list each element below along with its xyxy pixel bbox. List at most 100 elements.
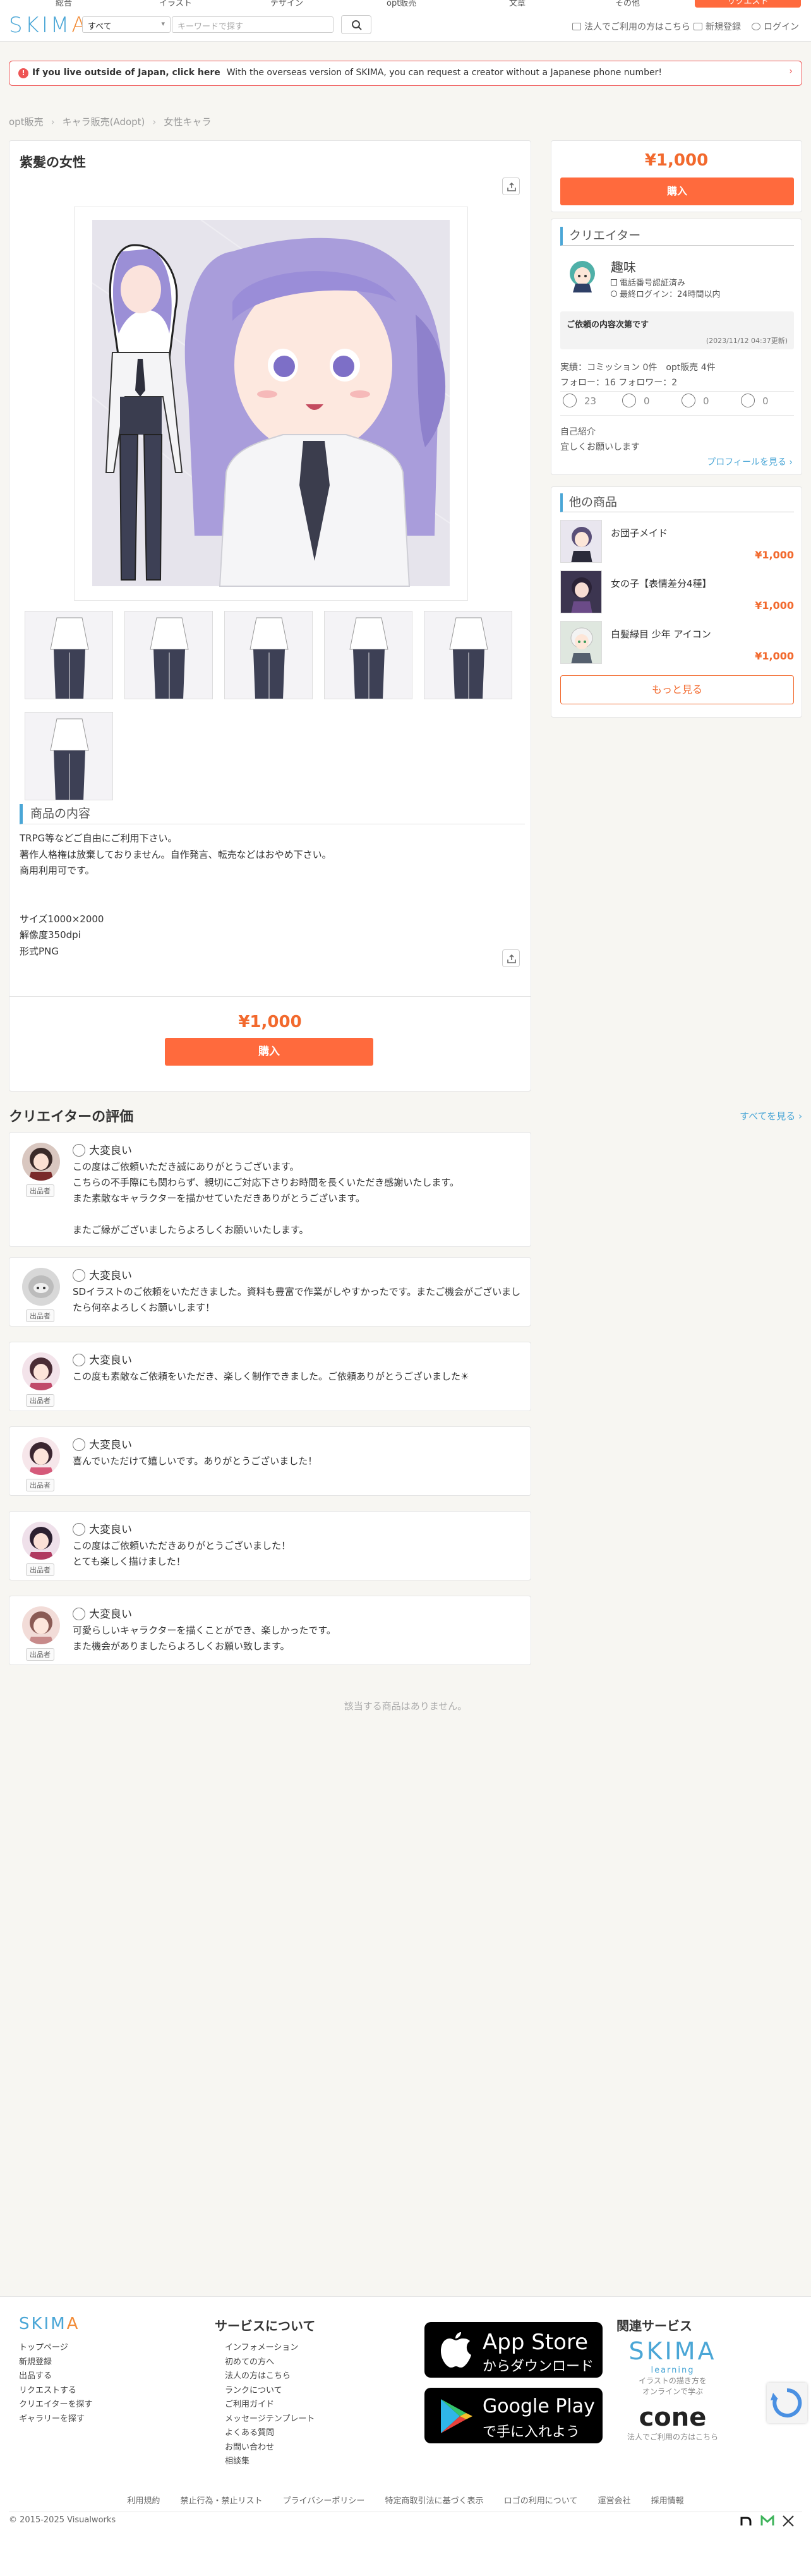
review-card: 出品者 大変良い SDイラストのご依頼をいただきました。資料も豊富で作業がしやす… — [9, 1257, 531, 1327]
product-thumbnail[interactable] — [224, 611, 313, 699]
reviewer-role-badge: 出品者 — [26, 1648, 54, 1661]
reviewer-role-badge: 出品者 — [26, 1563, 54, 1576]
product-title: 紫髪の女性 — [20, 155, 86, 170]
footer-link[interactable]: メッセージテンプレート — [225, 2412, 315, 2427]
search-input[interactable]: キーワードで探す — [172, 16, 333, 33]
product-card: 紫髪の女性 商品の内容 TRPG等などご自由にご利用下さい。 著作人格権は放棄し… — [9, 140, 531, 1092]
smile-icon — [622, 394, 636, 407]
reviewer-avatar[interactable] — [22, 1606, 60, 1644]
footer-nav-about: インフォメーション 初めての方へ 法人の方はこちら ランクについて ご利用ガイド… — [225, 2341, 315, 2469]
footer-legal-link[interactable]: 利用規約 — [127, 2496, 160, 2506]
product-thumbnail[interactable] — [324, 611, 412, 699]
request-cta-button[interactable]: リクエスト — [695, 0, 801, 8]
user-plus-icon — [694, 23, 702, 30]
app-store-button[interactable]: App Store からダウンロード — [424, 2322, 603, 2378]
search-button[interactable] — [341, 15, 371, 34]
product-thumbnail[interactable] — [25, 712, 113, 800]
reviewer-avatar[interactable] — [22, 1522, 60, 1560]
other-product-item[interactable]: 女の子【表情差分4種】 ¥1,000 — [560, 570, 794, 613]
other-products-box: 他の商品 お団子メイド ¥1,000 女の子【表情差分4種】 ¥1,000 白髪… — [551, 486, 802, 718]
phone-icon — [611, 279, 617, 286]
footer-legal-link[interactable]: プライバシーポリシー — [283, 2496, 365, 2506]
footer-link[interactable]: お問い合わせ — [225, 2441, 315, 2455]
breadcrumb-item[interactable]: opt販売 — [9, 116, 44, 128]
share-button[interactable] — [502, 178, 520, 195]
reviewer-avatar[interactable] — [22, 1352, 60, 1390]
footer-about-heading: サービスについて — [215, 2318, 316, 2333]
footer-link[interactable]: よくある質問 — [225, 2426, 315, 2441]
pixiv-fanbox-icon[interactable] — [760, 2514, 774, 2527]
login-link[interactable]: ログイン — [752, 20, 799, 33]
alert-icon: ! — [18, 68, 28, 78]
sidebar-buy-button[interactable]: 購入 — [560, 178, 794, 205]
reviewer-role-badge: 出品者 — [26, 1479, 54, 1491]
footer-link[interactable]: クリエイターを探す — [19, 2398, 92, 2412]
product-thumbnail[interactable] — [424, 611, 512, 699]
footer-legal-link[interactable]: 特定商取引法に基づく表示 — [385, 2496, 484, 2506]
other-product-item[interactable]: 白髪緑目 少年 アイコン ¥1,000 — [560, 621, 794, 664]
footer-link[interactable]: トップページ — [19, 2341, 92, 2356]
footer-link[interactable]: ご利用ガイド — [225, 2398, 315, 2412]
creator-name[interactable]: 趣味 — [611, 257, 636, 275]
footer-link[interactable]: 新規登録 — [19, 2356, 92, 2370]
copyright: © 2015-2025 Visualworks — [9, 2515, 116, 2525]
other-product-item[interactable]: お団子メイド ¥1,000 — [560, 520, 794, 563]
review-rating: 大変良い — [73, 1141, 132, 1157]
smile-icon — [563, 394, 577, 407]
chevron-right-icon: › — [789, 66, 793, 76]
reviewer-role-badge: 出品者 — [26, 1309, 54, 1322]
footer-link[interactable]: ギャラリーを探す — [19, 2412, 92, 2427]
skima-logo[interactable]: SKIMA — [9, 13, 89, 38]
footer-link[interactable]: リクエストする — [19, 2384, 92, 2398]
share-button[interactable] — [502, 949, 520, 967]
recaptcha-badge — [767, 2383, 807, 2423]
overseas-notice-banner[interactable]: ! If you live outside of Japan, click her… — [9, 61, 802, 86]
footer-link[interactable]: ランクについて — [225, 2384, 315, 2398]
product-thumbnail[interactable] — [25, 611, 113, 699]
cone-link[interactable]: cone 法人でご利用の方はこちら — [619, 2403, 726, 2443]
review-text: 可愛らしいキャラクターを描くことができ、楽しかったです。 また機会がありましたら… — [73, 1625, 336, 1652]
product-thumbnail[interactable] — [124, 611, 213, 699]
review-rating: 大変良い — [73, 1605, 132, 1621]
x-twitter-icon[interactable] — [782, 2515, 795, 2527]
footer-legal-link[interactable]: 採用情報 — [651, 2496, 684, 2506]
notice-title: If you live outside of Japan, click here — [32, 68, 220, 78]
clock-icon — [611, 291, 617, 297]
review-card: 出品者 大変良い この度はご依頼いただきありがとうございました！ とても楽しく描… — [9, 1511, 531, 1580]
breadcrumb-item[interactable]: キャラ販売(Adopt) — [63, 116, 145, 128]
google-play-button[interactable]: Google Play で手に入れよう — [424, 2388, 603, 2443]
buy-button[interactable]: 購入 — [165, 1038, 373, 1066]
footer-legal-link[interactable]: 運営会社 — [598, 2496, 630, 2506]
footer-link[interactable]: 出品する — [19, 2369, 92, 2384]
review-text: この度はご依頼いただき誠にありがとうございます。 こちらの不手際にも関わらず、親… — [73, 1161, 459, 1236]
footer-logo[interactable]: SKIMA — [19, 2314, 80, 2333]
review-card: 出品者 大変良い この度はご依頼いただき誠にありがとうございます。 こちらの不手… — [9, 1132, 531, 1247]
profile-link[interactable]: プロフィールを見る › — [707, 455, 793, 468]
category-select[interactable]: すべて ▾ — [82, 16, 171, 33]
review-rating: 大変良い — [73, 1351, 132, 1367]
apple-icon — [441, 2332, 471, 2368]
rating-normal: 0 — [682, 394, 709, 407]
breadcrumb-item[interactable]: 女性キャラ — [164, 116, 211, 128]
corporate-link[interactable]: 法人でご利用の方はこちら — [572, 20, 690, 33]
site-header: SKIMA すべて ▾ キーワードで探す 法人でご利用の方はこちら 新規登録 ログ… — [0, 8, 811, 42]
register-link[interactable]: 新規登録 — [694, 20, 741, 33]
skima-learning-link[interactable]: SKIMA learning イラストの描き方を オンラインで学ぶ — [625, 2337, 720, 2397]
reviewer-avatar[interactable] — [22, 1143, 60, 1181]
see-all-reviews-link[interactable]: すべてを見る › — [740, 1109, 802, 1122]
footer-link[interactable]: 法人の方はこちら — [225, 2369, 315, 2384]
more-products-button[interactable]: もっと見る — [560, 675, 794, 704]
note-icon[interactable] — [740, 2515, 753, 2527]
footer-legal-link[interactable]: ロゴの利用について — [504, 2496, 578, 2506]
reviewer-avatar[interactable] — [22, 1268, 60, 1306]
footer-link[interactable]: インフォメーション — [225, 2341, 315, 2356]
footer-link[interactable]: 初めての方へ — [225, 2356, 315, 2370]
reviewer-avatar[interactable] — [22, 1437, 60, 1475]
footer-legal-link[interactable]: 禁止行為・禁止リスト — [181, 2496, 263, 2506]
review-rating: 大変良い — [73, 1436, 132, 1452]
smile-icon — [73, 1438, 85, 1451]
creator-avatar[interactable] — [560, 255, 604, 299]
product-main-image[interactable] — [74, 207, 468, 601]
sidebar-price: ¥1,000 — [644, 151, 709, 170]
footer-link[interactable]: 相談集 — [225, 2455, 315, 2469]
